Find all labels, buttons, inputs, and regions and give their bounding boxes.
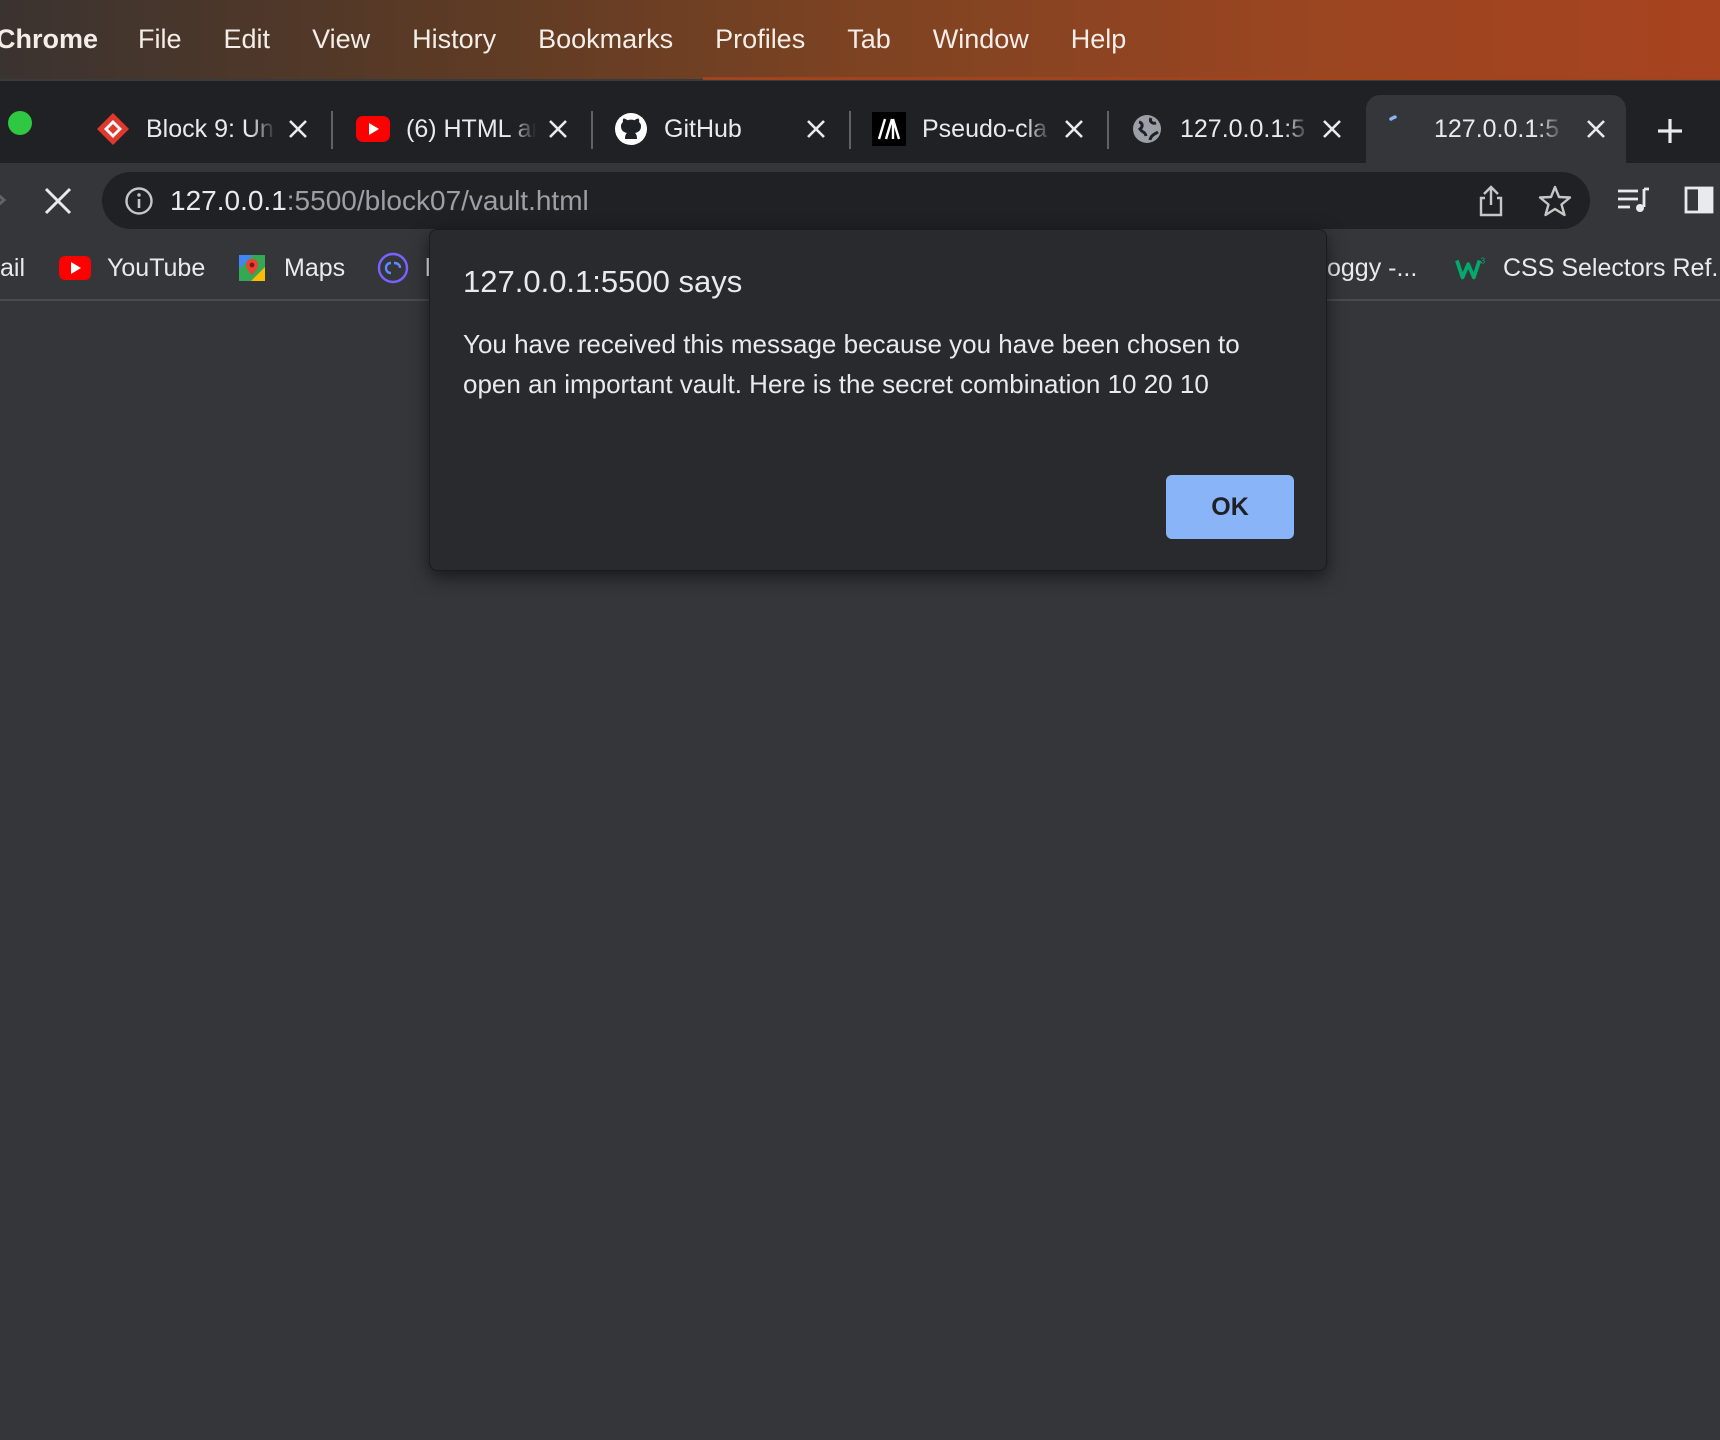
tab-separator [1107, 111, 1109, 149]
w3schools-icon: 3 [1455, 252, 1487, 284]
menu-edit[interactable]: Edit [224, 24, 271, 55]
close-icon[interactable] [284, 115, 312, 143]
bookmark-label: CSS Selectors Ref... [1503, 253, 1720, 282]
tab-github[interactable]: GitHub [596, 95, 846, 163]
menu-window[interactable]: Window [933, 24, 1029, 55]
mdn-icon [872, 112, 906, 146]
dialog-message: You have received this message because y… [463, 329, 1240, 399]
menubar-accent-line [703, 77, 1720, 80]
bookmark-gmail[interactable]: ail [0, 249, 25, 287]
menu-file[interactable]: File [138, 24, 182, 55]
tab-block9[interactable]: Block 9: Un [78, 95, 328, 163]
window-zoom-button[interactable] [8, 111, 32, 135]
tab-title: Block 9: Un [146, 114, 274, 143]
close-icon[interactable] [1318, 115, 1346, 143]
youtube-icon [356, 112, 390, 146]
maps-icon [236, 252, 268, 284]
chevron-right-icon [0, 194, 7, 206]
tab-separator [591, 111, 593, 149]
tab-title: (6) HTML ar [406, 114, 536, 143]
bookmark-maps[interactable]: Maps [236, 249, 345, 287]
menu-profiles[interactable]: Profiles [715, 24, 805, 55]
browser-toolbar: 127.0.0.1:5500/block07/vault.html [0, 163, 1720, 237]
tab-title: Pseudo-cla [922, 114, 1048, 143]
bookmark-label: Maps [284, 253, 346, 282]
youtube-icon [59, 252, 91, 284]
menu-help[interactable]: Help [1071, 24, 1127, 55]
bookmark-youtube[interactable]: YouTube [59, 249, 205, 287]
media-controls-icon[interactable] [1616, 185, 1650, 215]
close-icon[interactable] [1582, 115, 1610, 143]
bookmark-label: YouTube [107, 253, 206, 282]
close-icon[interactable] [1060, 115, 1088, 143]
stop-loading-button[interactable] [42, 185, 74, 217]
alert-dialog: 127.0.0.1:5500 says You have received th… [429, 229, 1327, 571]
bookmark-label: ail [0, 253, 26, 282]
mac-menu-bar: Chrome File Edit View History Bookmarks … [0, 0, 1720, 79]
svg-text:3: 3 [1480, 255, 1485, 265]
globe-icon [1130, 112, 1164, 146]
menu-tab[interactable]: Tab [847, 24, 891, 55]
tab-youtube[interactable]: (6) HTML ar [338, 95, 588, 163]
url-host: 127.0.0.1 [170, 185, 287, 216]
bookmark-css-selectors[interactable]: 3 CSS Selectors Ref... [1455, 249, 1720, 287]
tab-active-localhost[interactable]: 127.0.0.1:5 [1366, 95, 1626, 163]
close-icon[interactable] [544, 115, 572, 143]
tab-localhost[interactable]: 127.0.0.1:5 [1112, 95, 1362, 163]
menu-bookmarks[interactable]: Bookmarks [538, 24, 673, 55]
tab-title: GitHub [664, 114, 742, 143]
close-icon[interactable] [802, 115, 830, 143]
tab-separator [849, 111, 851, 149]
github-icon [614, 112, 648, 146]
tab-strip: Block 9: Un (6) HTML ar GitHub Pseudo-cl… [0, 81, 1720, 163]
new-tab-button[interactable] [1650, 111, 1690, 151]
bookmark-codecademy[interactable]: l [377, 249, 431, 287]
block-logo-icon [96, 112, 130, 146]
bookmark-star-icon[interactable] [1538, 184, 1572, 218]
tab-separator [331, 111, 333, 149]
tab-title: 127.0.0.1:5 [1434, 114, 1560, 143]
bookmark-froggy[interactable]: oggy -... [1327, 249, 1417, 287]
menu-app-name[interactable]: Chrome [0, 24, 98, 55]
side-panel-icon[interactable] [1684, 185, 1714, 215]
url-text[interactable]: 127.0.0.1:5500/block07/vault.html [170, 185, 589, 217]
share-icon[interactable] [1476, 184, 1506, 218]
menu-view[interactable]: View [312, 24, 370, 55]
browser-window: Chrome File Edit View History Bookmarks … [0, 0, 1720, 1440]
loading-spinner-icon [1384, 112, 1418, 146]
codecademy-icon [377, 252, 409, 284]
bookmark-label: oggy -... [1327, 253, 1418, 282]
tab-title: 127.0.0.1:5 [1180, 114, 1306, 143]
plus-icon [1658, 119, 1682, 143]
tab-mdn[interactable]: Pseudo-cla [854, 95, 1104, 163]
ok-button[interactable]: OK [1166, 475, 1294, 539]
menu-history[interactable]: History [412, 24, 496, 55]
close-icon [44, 187, 72, 215]
site-info-icon[interactable] [124, 186, 154, 216]
url-path: :5500/block07/vault.html [286, 185, 589, 216]
forward-button[interactable] [0, 185, 14, 215]
address-bar[interactable]: 127.0.0.1:5500/block07/vault.html [102, 172, 1590, 229]
dialog-title: 127.0.0.1:5500 says [463, 264, 743, 299]
